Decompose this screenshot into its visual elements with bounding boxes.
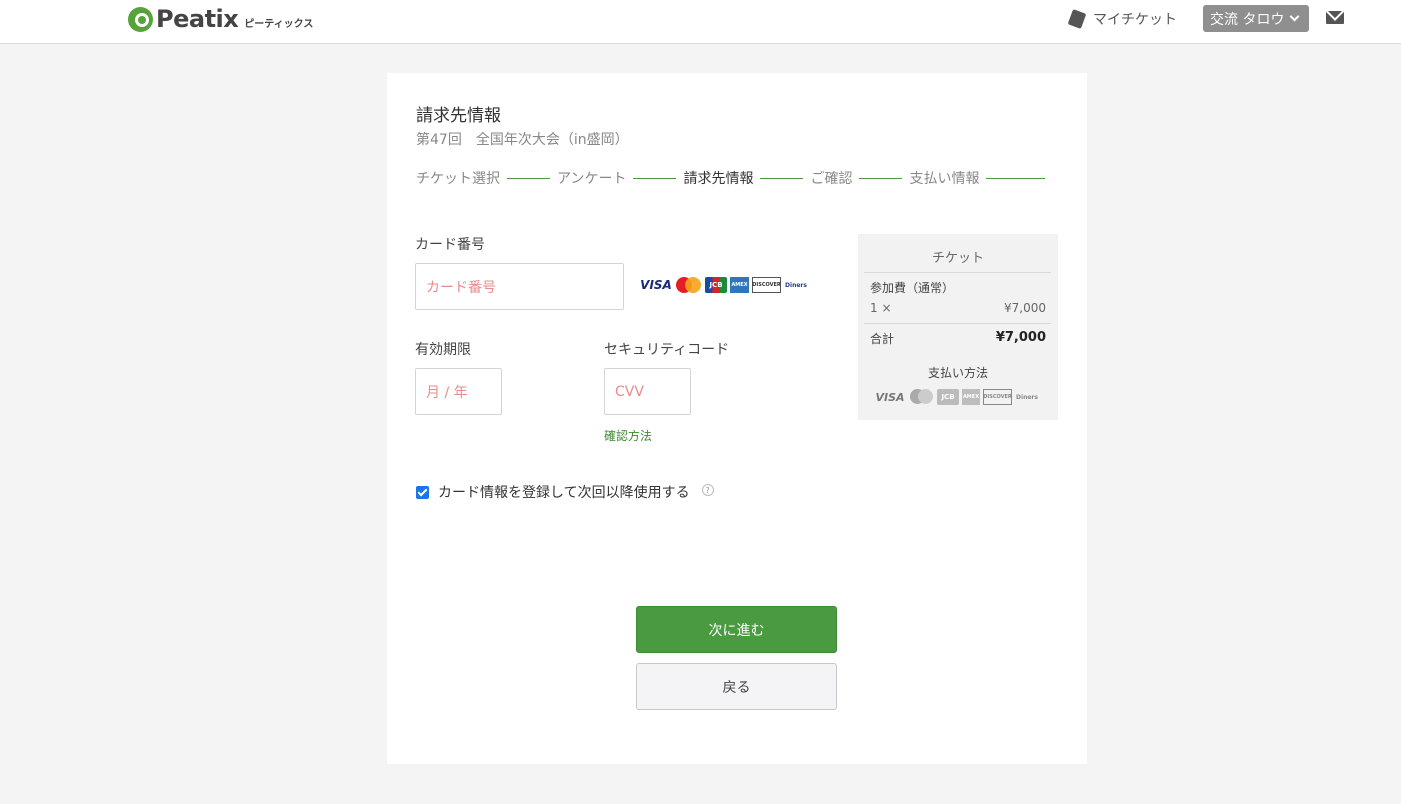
visa-icon: VISA — [875, 390, 905, 404]
step-survey: アンケート — [557, 171, 627, 187]
mail-icon[interactable] — [1326, 11, 1344, 24]
payment-methods: VISA JCB AMEX DISCOVER Diners — [873, 389, 1042, 405]
total-value: ¥7,000 — [995, 330, 1046, 345]
step-connector — [986, 177, 1046, 179]
mastercard-icon — [910, 389, 934, 405]
peatix-logo-icon — [128, 6, 153, 32]
user-name: 交流 タロウ — [1210, 11, 1285, 28]
discover-icon: DISCOVER — [983, 389, 1012, 405]
visa-icon: VISA — [640, 278, 672, 292]
cvv-label: セキュリティコード — [604, 342, 730, 358]
summary-heading: チケット — [931, 251, 984, 266]
ticket-icon — [1067, 9, 1087, 29]
expiry-label: 有効期限 — [415, 342, 471, 358]
jcb-icon: JCB — [705, 277, 727, 293]
progress-steps: チケット選択 アンケート 請求先情報 ご確認 支払い情報 — [416, 168, 1058, 188]
step-ticket-select: チケット選択 — [416, 171, 500, 187]
jcb-icon: JCB — [937, 389, 959, 405]
next-button[interactable]: 次に進む — [636, 606, 837, 653]
event-name: 第47回 全国年次大会（in盛岡） — [416, 132, 629, 148]
step-connector — [859, 177, 903, 179]
back-button[interactable]: 戻る — [636, 663, 837, 710]
top-navbar: Peatix ピーティックス マイチケット 交流 タロウ — [0, 0, 1401, 44]
amex-icon: AMEX — [962, 389, 980, 405]
chevron-down-icon — [1290, 11, 1300, 22]
page-title: 請求先情報 — [416, 106, 501, 126]
payment-method-heading: 支払い方法 — [927, 366, 988, 380]
expiry-input[interactable]: 月 / 年 — [415, 368, 502, 415]
cvv-input[interactable]: CVV — [604, 368, 691, 415]
step-payment: 支払い情報 — [909, 171, 980, 187]
save-card-row: カード情報を登録して次回以降使用する ? — [416, 482, 714, 502]
order-summary: チケット 参加費（通常） 1 × ¥7,000 合計 ¥7,000 支払い方法 … — [858, 234, 1058, 420]
step-connector — [633, 177, 677, 179]
mastercard-icon — [676, 277, 702, 293]
diners-icon: Diners — [785, 281, 807, 289]
item-qty: 1 × — [870, 301, 892, 315]
save-card-checkbox[interactable] — [416, 485, 429, 499]
step-connector — [760, 177, 804, 179]
card-number-label: カード番号 — [415, 237, 485, 253]
my-tickets-label: マイチケット — [1093, 12, 1177, 28]
amex-icon: AMEX — [730, 277, 749, 293]
diners-icon: Diners — [1016, 393, 1038, 401]
step-billing: 請求先情報 — [683, 171, 754, 187]
billing-card: 請求先情報 第47回 全国年次大会（in盛岡） チケット選択 アンケート 請求先… — [387, 73, 1087, 764]
total-label: 合計 — [870, 332, 895, 346]
divider — [864, 272, 1051, 273]
my-tickets-link[interactable]: マイチケット — [1067, 9, 1177, 29]
save-card-label[interactable]: カード情報を登録して次回以降使用する — [438, 482, 690, 502]
logo-subtext: ピーティックス — [244, 18, 314, 30]
peatix-logo[interactable]: Peatix ピーティックス — [128, 5, 313, 33]
user-menu-button[interactable]: 交流 タロウ — [1203, 5, 1309, 32]
card-number-input[interactable]: カード番号 — [415, 263, 624, 310]
accepted-cards: VISA JCB AMEX DISCOVER Diners — [639, 277, 811, 293]
item-name: 参加費（通常） — [870, 281, 955, 295]
discover-icon: DISCOVER — [752, 277, 781, 293]
logo-text: Peatix — [156, 5, 239, 33]
step-connector — [507, 177, 550, 179]
step-confirm: ご確認 — [810, 171, 853, 187]
divider — [864, 323, 1051, 324]
help-icon[interactable]: ? — [701, 484, 714, 496]
cvv-help-link[interactable]: 確認方法 — [604, 427, 652, 444]
item-price: ¥7,000 — [1004, 301, 1046, 315]
